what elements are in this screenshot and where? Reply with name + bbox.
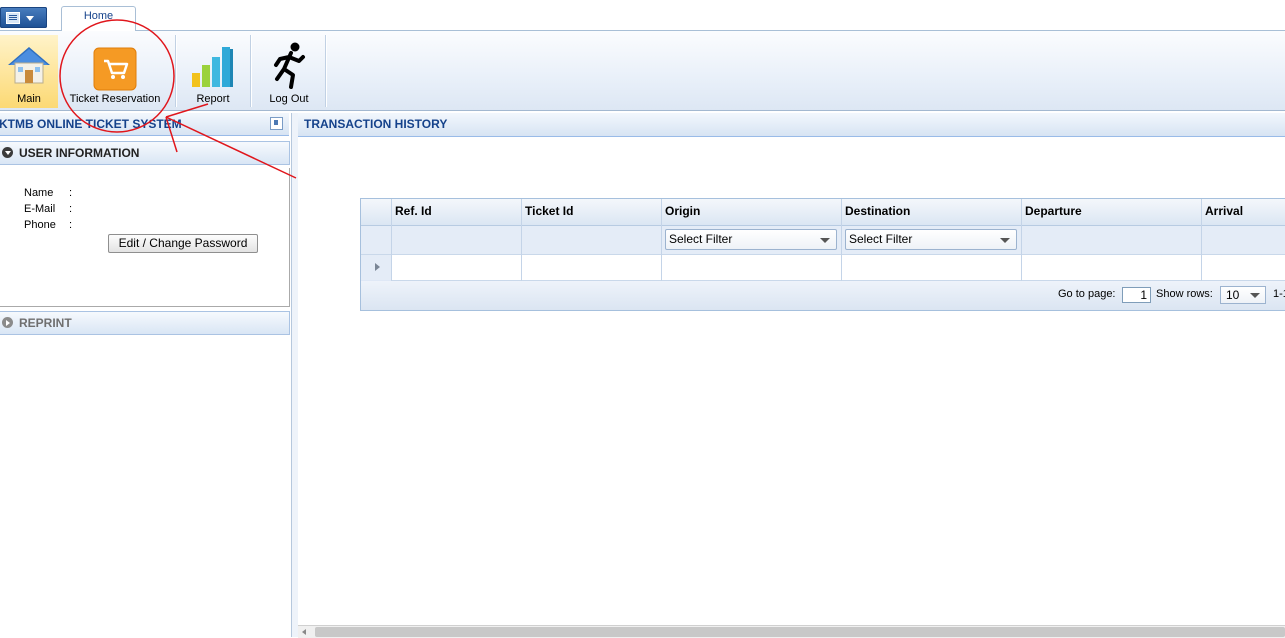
- column-ticket-id: Ticket Id: [521, 199, 662, 281]
- chevron-down-icon: [1250, 293, 1260, 298]
- column-header-ticket-id[interactable]: Ticket Id: [525, 204, 573, 218]
- logout-label: Log Out: [269, 93, 309, 105]
- report-button[interactable]: Report: [182, 35, 244, 108]
- transaction-grid: Ref. Id Ticket Id Origin Destination Dep…: [360, 198, 1285, 311]
- user-information-title: USER INFORMATION: [19, 146, 140, 160]
- ticket-reservation-button[interactable]: Ticket Reservation: [62, 35, 168, 108]
- column-header-arrival[interactable]: Arrival: [1205, 204, 1243, 218]
- column-header-destination[interactable]: Destination: [845, 204, 910, 218]
- left-panel: KTMB ONLINE TICKET SYSTEM USER INFORMATI…: [0, 113, 291, 637]
- running-man-icon: [274, 42, 305, 89]
- main-panel-header: TRANSACTION HISTORY: [298, 113, 1285, 137]
- shopping-cart-icon: [93, 47, 137, 91]
- ribbon-separator: [325, 35, 326, 107]
- edit-password-button[interactable]: Edit / Change Password: [108, 234, 258, 253]
- column-header-ref-id[interactable]: Ref. Id: [395, 204, 432, 218]
- left-panel-header: KTMB ONLINE TICKET SYSTEM: [0, 113, 289, 136]
- bar-chart-icon: [192, 47, 233, 87]
- scrollbar-thumb[interactable]: [315, 627, 1285, 637]
- user-information-section[interactable]: USER INFORMATION: [0, 141, 290, 165]
- reprint-title: REPRINT: [19, 316, 72, 330]
- column-arrival: Arrival: [1201, 199, 1285, 281]
- selector-column: [361, 199, 392, 281]
- tab-home[interactable]: Home: [61, 6, 136, 31]
- page-input[interactable]: 1: [1122, 287, 1151, 303]
- pin-icon[interactable]: [270, 117, 283, 130]
- main-panel-title: TRANSACTION HISTORY: [304, 117, 448, 131]
- destination-filter-select[interactable]: Select Filter: [845, 229, 1017, 250]
- collapse-icon: [2, 147, 13, 158]
- row-range-text: 1-1: [1273, 288, 1285, 300]
- origin-filter-value: Select Filter: [669, 232, 733, 246]
- column-ref-id: Ref. Id: [391, 199, 522, 281]
- name-label: Name: [24, 187, 54, 199]
- column-header-departure[interactable]: Departure: [1025, 204, 1082, 218]
- main-panel: TRANSACTION HISTORY Ref. Id Ticket Id Or…: [298, 113, 1285, 638]
- left-panel-title: KTMB ONLINE TICKET SYSTEM: [0, 117, 182, 131]
- menu-icon: [6, 12, 20, 24]
- ribbon-tab-bar: Home: [0, 0, 1285, 31]
- report-label: Report: [196, 93, 230, 105]
- scroll-left-icon[interactable]: [302, 629, 306, 635]
- show-rows-label: Show rows:: [1156, 288, 1213, 300]
- expand-icon: [2, 317, 13, 328]
- column-header-origin[interactable]: Origin: [665, 204, 700, 218]
- main-button[interactable]: Main: [0, 35, 58, 108]
- grid-pager: Go to page: 1 Show rows: 10 1-1: [361, 281, 1285, 310]
- ribbon: Main Ticket Reservation Report Log Out: [0, 31, 1285, 111]
- email-colon: :: [69, 203, 73, 215]
- rows-per-page-select[interactable]: 10: [1220, 286, 1266, 304]
- app-menu-button[interactable]: [0, 7, 47, 28]
- ribbon-separator: [175, 35, 176, 107]
- rows-per-page-value: 10: [1226, 288, 1240, 302]
- phone-colon: :: [69, 219, 73, 231]
- chevron-down-icon: [26, 16, 34, 21]
- ticket-reservation-label: Ticket Reservation: [69, 93, 161, 105]
- column-departure: Departure: [1021, 199, 1202, 281]
- name-colon: :: [69, 187, 73, 199]
- email-label: E-Mail: [24, 203, 56, 215]
- goto-page-label: Go to page:: [1058, 288, 1116, 300]
- ribbon-separator: [250, 35, 251, 107]
- logout-button[interactable]: Log Out: [257, 35, 321, 108]
- reprint-section[interactable]: REPRINT: [0, 311, 290, 335]
- horizontal-scrollbar[interactable]: [298, 625, 1285, 638]
- destination-filter-value: Select Filter: [849, 232, 913, 246]
- chevron-down-icon: [820, 238, 830, 243]
- phone-label: Phone: [24, 219, 56, 231]
- origin-filter-select[interactable]: Select Filter: [665, 229, 837, 250]
- main-button-label: Main: [17, 93, 41, 105]
- home-icon: [8, 47, 50, 84]
- chevron-down-icon: [1000, 238, 1010, 243]
